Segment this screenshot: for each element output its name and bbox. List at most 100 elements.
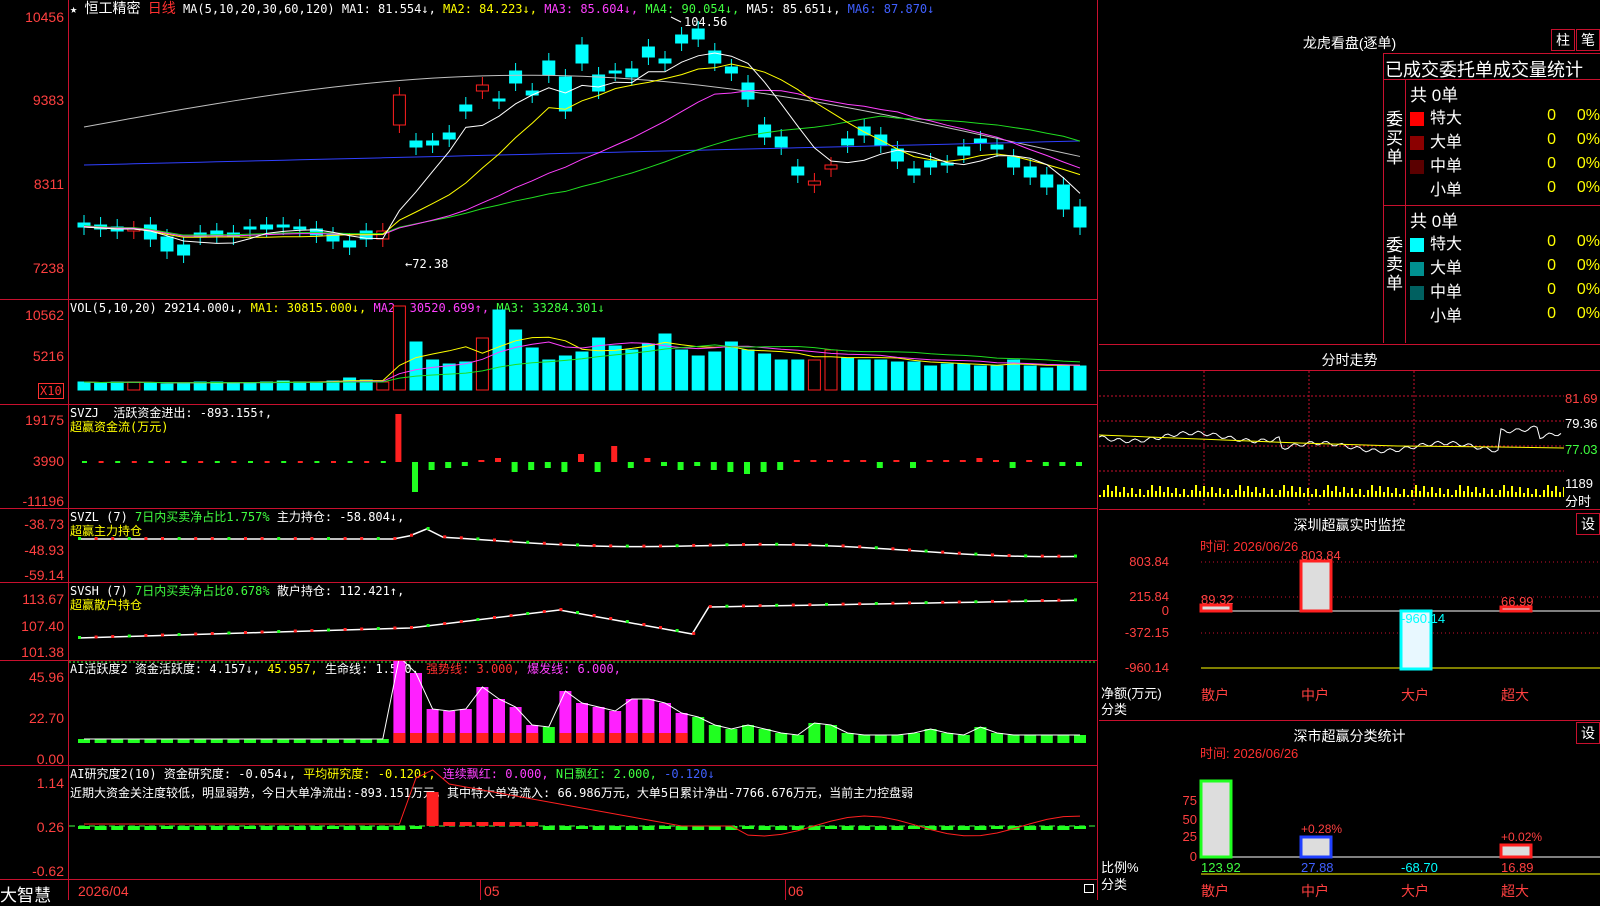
holding-point (194, 632, 198, 636)
holding-point (426, 527, 430, 530)
stat-count: 0 (1547, 131, 1557, 148)
brand-logo[interactable]: 大智慧 (0, 881, 51, 906)
ai-active-chart (69, 661, 1097, 743)
volume-bar (243, 382, 257, 391)
intraday-volume (1523, 493, 1525, 497)
intraday-volume (1263, 488, 1265, 497)
research-bar (858, 826, 871, 830)
activity-bar (791, 735, 804, 743)
volume-bar (907, 361, 921, 391)
activity-bar-base (426, 733, 439, 743)
period-label[interactable]: 日线 (148, 0, 176, 16)
holding-point (244, 537, 247, 540)
tick-view-button[interactable]: 笔 (1576, 29, 1600, 51)
holding-point (260, 537, 264, 540)
holding-point (808, 603, 812, 607)
candle (558, 76, 572, 112)
volume-bar (525, 347, 539, 391)
activity-bar-base (493, 733, 505, 743)
holding-point (576, 611, 579, 614)
volume-bar (492, 309, 506, 391)
legend-swatch (1410, 237, 1424, 252)
candle (791, 166, 805, 176)
holding-point (459, 536, 463, 540)
intraday-volume (1439, 488, 1441, 497)
y-tick: 5216 (32, 348, 64, 364)
flow-bar (98, 461, 104, 463)
holding-point (393, 537, 397, 540)
stat-name: 中单 (1430, 158, 1463, 175)
flow-bar (744, 462, 750, 474)
legend-swatch (1410, 111, 1424, 126)
date-axis-june: 06 (788, 883, 804, 899)
intraday-volume (1399, 494, 1401, 497)
volume-bar (442, 363, 456, 391)
research-bar (443, 822, 456, 826)
intraday-volume (1231, 495, 1233, 497)
activity-bar (858, 735, 871, 743)
intraday-volume (1415, 485, 1417, 497)
holding-point (659, 626, 662, 629)
lock-icon[interactable] (1084, 884, 1094, 893)
intraday-volume (1475, 487, 1477, 497)
holding-point (1007, 599, 1011, 603)
holding-point (559, 608, 563, 611)
svsh-chart (77, 598, 1077, 639)
flow-bar (993, 460, 999, 462)
volume-bar (625, 349, 639, 391)
activity-bar-base (576, 733, 588, 743)
intraday-volume (1219, 488, 1221, 497)
intraday-volume (1447, 489, 1449, 497)
y-tick: 10456 (25, 9, 64, 25)
activity-bar-base (476, 733, 489, 743)
bar-value: 16.89 (1501, 860, 1534, 875)
volume-bar (691, 355, 705, 391)
sz-class-settings-button[interactable]: 设 (1576, 722, 1600, 744)
stat-pct: 0% (1576, 179, 1600, 196)
candle (492, 98, 506, 102)
research-bar (360, 826, 373, 830)
sz-monitor-settings-button[interactable]: 设 (1576, 513, 1600, 535)
y-tick: 107.40 (21, 618, 64, 634)
intraday-volume (1379, 486, 1381, 497)
candle (1023, 166, 1037, 178)
flow-bar (231, 461, 237, 463)
holding-point (592, 543, 596, 547)
y-tick: 9383 (32, 92, 64, 108)
intraday-chart[interactable] (1099, 371, 1564, 507)
intraday-volume (1483, 488, 1485, 497)
flow-bar (364, 461, 370, 463)
stat-name: 中单 (1430, 284, 1463, 301)
divider (1383, 53, 1600, 54)
candle (675, 34, 689, 44)
research-bar (592, 826, 605, 830)
y-tick: 10562 (25, 307, 64, 323)
candle (509, 70, 523, 84)
favorite-star-icon[interactable]: ★ (70, 2, 77, 16)
volume-unit-badge[interactable]: X10 (38, 383, 64, 399)
intraday-volume (1131, 488, 1133, 497)
holding-point (858, 545, 862, 549)
activity-bar (1007, 735, 1020, 743)
holding-point (1074, 554, 1077, 558)
holding-point (459, 620, 463, 623)
bar-value: 123.92 (1201, 860, 1241, 875)
candlestick-chart[interactable]: 104.56 ←72.38 (69, 15, 1097, 299)
research-bar (327, 826, 339, 829)
intraday-volume (1467, 486, 1469, 497)
intraday-volume (1215, 493, 1217, 497)
holding-point (692, 543, 696, 547)
holding-point (576, 543, 579, 547)
flow-bar (959, 460, 966, 462)
stat-pct: 0% (1576, 107, 1600, 124)
research-bar (708, 826, 721, 830)
date-axis-may: 05 (484, 883, 500, 899)
holding-point (227, 631, 231, 635)
activity-bar (1040, 735, 1053, 743)
activity-bar (310, 739, 323, 743)
volume-bar (940, 363, 954, 391)
bar-view-button[interactable]: 柱 (1551, 29, 1575, 51)
intraday-volume (1271, 489, 1273, 497)
research-bar (227, 826, 240, 830)
bar-value: -960.14 (1401, 611, 1445, 626)
